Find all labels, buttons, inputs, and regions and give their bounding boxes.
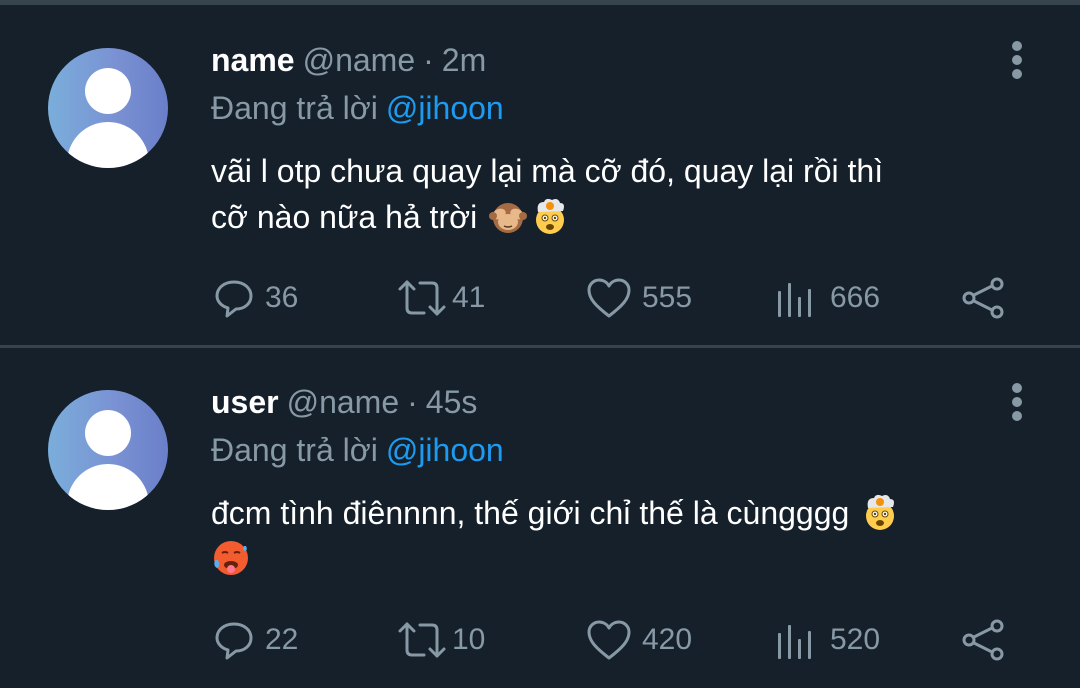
tweet-text: đcm tình điênnnn, thế giới chỉ thế là cù… <box>211 490 1041 582</box>
replying-to-label: Đang trả lời <box>211 432 378 468</box>
views-count: 666 <box>830 281 881 314</box>
replying-to: Đang trả lời @jihoon <box>211 430 504 470</box>
like-count: 555 <box>642 281 693 314</box>
avatar-head-shape <box>85 410 131 456</box>
reply-button[interactable]: 36 <box>213 276 298 320</box>
tweet-actions: 36 41 555 666 <box>0 276 1080 320</box>
more-options-icon[interactable] <box>1010 40 1024 80</box>
retweet-button[interactable]: 10 <box>396 618 485 662</box>
share-button[interactable] <box>960 276 1006 320</box>
see-no-evil-monkey-icon <box>489 203 528 233</box>
analytics-icon <box>778 625 811 659</box>
reply-button[interactable]: 22 <box>213 618 298 662</box>
share-icon <box>962 277 1004 319</box>
hot-face-icon <box>214 541 248 575</box>
retweet-count: 41 <box>452 281 486 314</box>
retweet-button[interactable]: 41 <box>396 276 485 320</box>
like-button[interactable]: 420 <box>586 618 692 662</box>
tweet-card[interactable]: name @name · 2m Đang trả lời @jihoon vãi l o… <box>0 6 1080 346</box>
timestamp[interactable]: 2m <box>442 42 486 78</box>
share-button[interactable] <box>960 618 1006 662</box>
separator-dot: · <box>407 384 418 420</box>
views-count: 520 <box>830 623 881 656</box>
more-options-icon[interactable] <box>1010 382 1024 422</box>
tweet-card[interactable]: user @name · 45s Đang trả lời @jihoon đcm tì… <box>0 348 1080 688</box>
analytics-icon <box>778 283 811 317</box>
exploding-head-icon <box>536 198 565 234</box>
like-button[interactable]: 555 <box>586 276 692 320</box>
tweet-header: user @name · 45s <box>211 382 477 422</box>
avatar[interactable] <box>48 48 168 168</box>
views-button[interactable]: 666 <box>776 276 880 320</box>
share-icon <box>962 619 1004 661</box>
avatar-head-shape <box>85 68 131 114</box>
heart-icon <box>587 278 631 318</box>
reply-icon <box>215 622 253 660</box>
display-name[interactable]: name <box>211 42 295 78</box>
top-divider <box>0 0 1080 5</box>
reply-icon <box>215 280 253 318</box>
tweet-header: name @name · 2m <box>211 40 486 80</box>
retweet-icon <box>398 280 446 316</box>
replying-to-label: Đang trả lời <box>211 90 378 126</box>
like-count: 420 <box>642 623 693 656</box>
avatar-body-shape <box>67 464 149 510</box>
tweet-text-line: đcm tình điênnnn, thế giới chỉ thế là cù… <box>211 495 850 531</box>
display-name[interactable]: user <box>211 384 279 420</box>
reply-count: 36 <box>265 281 299 314</box>
timestamp[interactable]: 45s <box>426 384 478 420</box>
avatar[interactable] <box>48 390 168 510</box>
replying-to: Đang trả lời @jihoon <box>211 88 504 128</box>
reply-count: 22 <box>265 623 299 656</box>
heart-icon <box>587 620 631 660</box>
tweet-actions: 22 10 420 520 <box>0 618 1080 662</box>
mention-link[interactable]: @jihoon <box>386 432 504 468</box>
tweet-text-line: cỡ nào nữa hả trời <box>211 199 478 235</box>
retweet-icon <box>398 622 446 658</box>
exploding-head-icon <box>866 494 895 530</box>
tweet-text: vãi l otp chưa quay lại mà cỡ đó, quay l… <box>211 148 1041 240</box>
user-handle[interactable]: @name <box>287 384 400 420</box>
tweet-text-line: vãi l otp chưa quay lại mà cỡ đó, quay l… <box>211 153 884 189</box>
retweet-count: 10 <box>452 623 486 656</box>
avatar-body-shape <box>67 122 149 168</box>
user-handle[interactable]: @name <box>303 42 416 78</box>
views-button[interactable]: 520 <box>776 618 880 662</box>
separator-dot: · <box>423 42 434 78</box>
mention-link[interactable]: @jihoon <box>386 90 504 126</box>
